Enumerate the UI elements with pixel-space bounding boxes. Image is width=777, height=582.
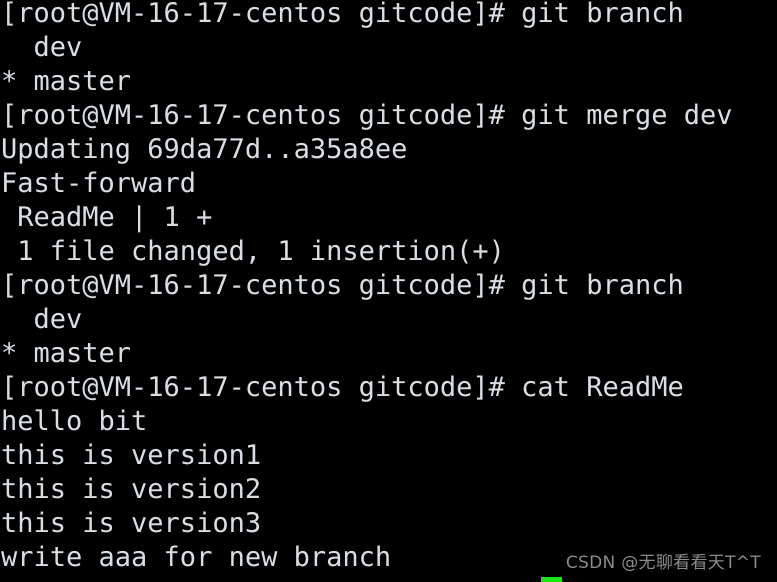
terminal-line: this is version1: [1, 440, 262, 471]
terminal-line: [root@VM-16-17-centos gitcode]# git bran…: [1, 0, 684, 29]
terminal-line: * master: [1, 338, 132, 369]
terminal-line: this is version2: [1, 474, 262, 505]
terminal-line: this is version3: [1, 508, 262, 539]
terminal-line: * master: [1, 66, 132, 97]
terminal-cursor: [541, 577, 562, 582]
terminal-line: dev: [1, 32, 83, 63]
terminal-window[interactable]: [root@VM-16-17-centos gitcode]# git bran…: [0, 0, 777, 582]
terminal-line: Updating 69da77d..a35a8ee: [1, 134, 408, 165]
terminal-line: dev: [1, 304, 83, 335]
terminal-line: [root@VM-16-17-centos gitcode]# cat Read…: [1, 372, 684, 403]
terminal-line: [root@VM-16-17-centos gitcode]# git bran…: [1, 270, 684, 301]
terminal-line: 1 file changed, 1 insertion(+): [1, 236, 505, 267]
terminal-line: hello bit: [1, 406, 148, 437]
terminal-line: [root@VM-16-17-centos gitcode]# git merg…: [1, 100, 733, 131]
terminal-line: Fast-forward: [1, 168, 197, 199]
terminal-line: ReadMe | 1 +: [1, 202, 213, 233]
csdn-watermark: CSDN @无聊看看天T^T: [565, 553, 761, 573]
terminal-output: [root@VM-16-17-centos gitcode]# git bran…: [0, 0, 777, 575]
